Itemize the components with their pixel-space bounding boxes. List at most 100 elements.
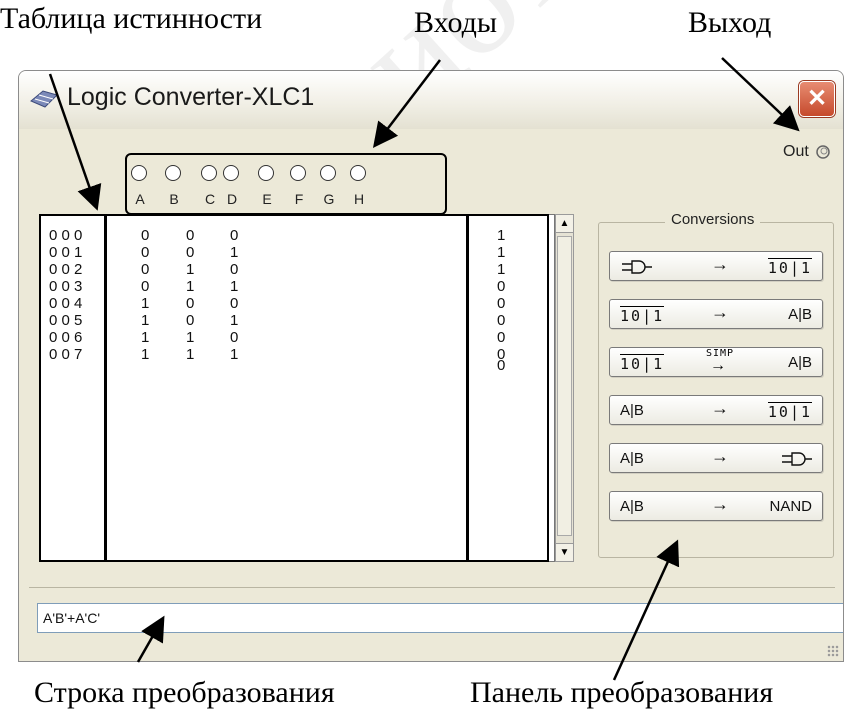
caption-output: Выход xyxy=(688,6,772,39)
input-label-a: A xyxy=(135,191,145,207)
input-terminal-e[interactable] xyxy=(258,165,274,181)
gate-icon xyxy=(782,452,812,466)
cell-out[interactable]: 1 xyxy=(497,244,505,261)
cell-b: 1 xyxy=(186,329,195,346)
input-label-d: D xyxy=(226,191,238,207)
scrollbar-thumb[interactable] xyxy=(557,236,572,536)
row-index: 0 0 0 xyxy=(49,227,83,244)
cell-c: 0 xyxy=(230,295,239,312)
input-terminal-c[interactable] xyxy=(201,165,217,181)
row-index: 0 0 6 xyxy=(49,329,83,346)
scroll-down-button[interactable]: ▼ xyxy=(555,543,574,562)
cell-b: 0 xyxy=(186,312,195,329)
truth-table-icon: 10|1 xyxy=(767,258,812,277)
cell-c: 0 xyxy=(230,261,239,278)
arrow-icon: → xyxy=(711,302,729,322)
expression-label: A|B xyxy=(620,402,644,419)
cell-out[interactable]: 1 xyxy=(497,261,505,278)
cell-c: 1 xyxy=(230,278,239,295)
input-terminal-f[interactable] xyxy=(290,165,306,181)
cell-a: 0 xyxy=(141,227,150,244)
arrow-down-icon: ▼ xyxy=(559,547,570,558)
cell-out[interactable]: 0 xyxy=(497,295,505,312)
cell-a: 1 xyxy=(141,329,150,346)
expression-label: A|B xyxy=(788,354,812,371)
truth-table-highlight xyxy=(39,214,549,562)
cell-c: 0 xyxy=(230,227,239,244)
input-terminal-d[interactable] xyxy=(223,165,239,181)
input-terminal-h[interactable] xyxy=(350,165,366,181)
input-label-g: G xyxy=(323,191,335,207)
expression-divider xyxy=(29,587,835,588)
cell-c: 1 xyxy=(230,244,239,261)
caption-truth-table: Таблица истинности xyxy=(0,2,263,35)
row-index: 0 0 2 xyxy=(49,261,83,278)
arrow-icon: → xyxy=(710,357,726,374)
cell-c: 1 xyxy=(230,346,239,363)
circuit-to-truth-table-button[interactable]: → 10|1 xyxy=(609,251,823,281)
arrow-up-icon: ▲ xyxy=(559,218,570,229)
expression-label: A|B xyxy=(620,498,644,515)
cell-out[interactable]: 0 xyxy=(497,312,505,329)
input-label-e: E xyxy=(262,191,272,207)
output-column-separator xyxy=(466,214,469,562)
input-terminal-b[interactable] xyxy=(165,165,181,181)
cell-a: 1 xyxy=(141,295,150,312)
truth-table-icon: 10|1 xyxy=(620,306,665,325)
row-index: 0 0 1 xyxy=(49,244,83,261)
truth-table-to-simplified-expression-button[interactable]: 10|1 SIMP → A|B xyxy=(609,347,823,377)
cell-out[interactable]: 0 xyxy=(497,329,505,346)
expression-to-truth-table-button[interactable]: A|B → 10|1 xyxy=(609,395,823,425)
logic-converter-app-icon xyxy=(30,90,58,108)
truth-table-icon: 10|1 xyxy=(620,354,665,373)
output-terminal[interactable] xyxy=(815,144,831,160)
cell-a: 1 xyxy=(141,312,150,329)
row-index: 0 0 4 xyxy=(49,295,83,312)
cell-out[interactable]: 1 xyxy=(497,227,505,244)
logic-converter-window: Logic Converter-XLC1 ✕ Out A B CD E F G H 0 0 … xyxy=(18,70,844,662)
caption-conversion-panel: Панель преобразования xyxy=(470,676,774,709)
cell-a: 1 xyxy=(141,346,150,363)
truth-table-icon: 10|1 xyxy=(767,402,812,421)
arrow-icon: → xyxy=(711,494,729,514)
expression-to-circuit-button[interactable]: A|B → xyxy=(609,443,823,473)
caption-inputs: Входы xyxy=(414,6,498,39)
index-column-separator xyxy=(104,214,107,562)
input-label-b: B xyxy=(169,191,179,207)
scroll-up-button[interactable]: ▲ xyxy=(555,214,574,233)
resize-grip-icon[interactable] xyxy=(827,645,839,657)
cell-c: 0 xyxy=(230,329,239,346)
expression-label: A|B xyxy=(788,306,812,323)
input-label-h: H xyxy=(353,191,365,207)
cell-b: 1 xyxy=(186,346,195,363)
input-terminal-a[interactable] xyxy=(131,165,147,181)
row-index: 0 0 7 xyxy=(49,346,83,363)
cell-a: 0 xyxy=(141,244,150,261)
close-icon: ✕ xyxy=(806,85,828,112)
gate-icon xyxy=(622,260,652,274)
expression-field[interactable]: A'B'+A'C' xyxy=(37,603,843,633)
expression-label: A|B xyxy=(620,450,644,467)
cell-b: 0 xyxy=(186,227,195,244)
window-title: Logic Converter-XLC1 xyxy=(67,83,315,111)
out-label: Out xyxy=(783,143,809,160)
truth-table-to-expression-button[interactable]: 10|1 → A|B xyxy=(609,299,823,329)
title-bar[interactable]: Logic Converter-XLC1 ✕ xyxy=(19,71,843,129)
input-label-f: F xyxy=(294,191,304,207)
cell-out[interactable]: 0 xyxy=(497,278,505,295)
row-index: 0 0 3 xyxy=(49,278,83,295)
arrow-icon: → xyxy=(711,398,729,418)
input-terminal-g[interactable] xyxy=(320,165,336,181)
arrow-icon: → xyxy=(711,446,729,466)
conversions-title: Conversions xyxy=(665,211,761,228)
arrow-icon: → xyxy=(711,254,729,274)
nand-label: NAND xyxy=(769,498,812,515)
cell-b: 0 xyxy=(186,295,195,312)
row-index: 0 0 5 xyxy=(49,312,83,329)
cell-b: 1 xyxy=(186,278,195,295)
cell-a: 0 xyxy=(141,278,150,295)
cell-a: 0 xyxy=(141,261,150,278)
cell-out-extra: 0 xyxy=(497,357,506,374)
expression-to-nand-button[interactable]: A|B → NAND xyxy=(609,491,823,521)
close-button[interactable]: ✕ xyxy=(799,81,835,117)
